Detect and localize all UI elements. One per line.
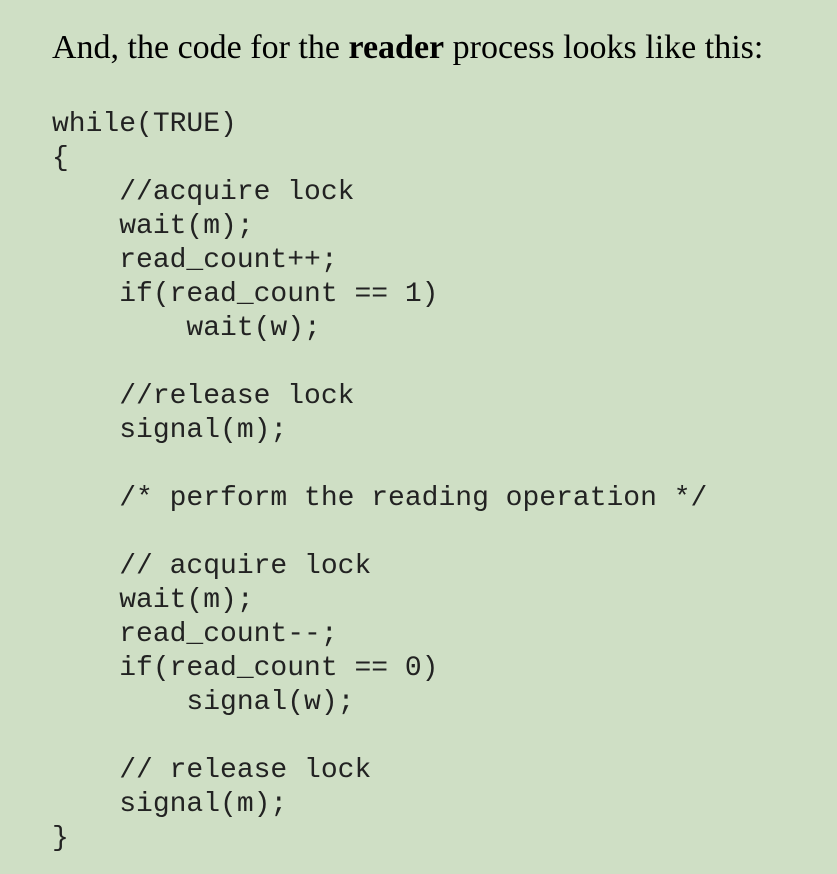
code-line: { (52, 143, 69, 174)
code-line: // acquire lock (52, 551, 372, 582)
code-line: while(TRUE) (52, 109, 237, 140)
intro-text-bold: reader (348, 29, 445, 66)
intro-text-start: And, the code for the (52, 29, 349, 66)
code-line: // release lock (52, 755, 372, 786)
code-line: //acquire lock (52, 177, 355, 208)
code-line: if(read_count == 1) (52, 279, 439, 310)
code-line: wait(w); (52, 313, 321, 344)
code-line: signal(m); (52, 415, 288, 446)
code-line: signal(w); (52, 687, 355, 718)
code-line: /* perform the reading operation */ (52, 483, 708, 514)
code-line: //release lock (52, 381, 355, 412)
code-block: while(TRUE) { //acquire lock wait(m); re… (52, 108, 707, 856)
code-line: if(read_count == 0) (52, 653, 439, 684)
code-line: wait(m); (52, 585, 254, 616)
code-line: read_count++; (52, 245, 338, 276)
code-line: read_count--; (52, 619, 338, 650)
code-line: } (52, 823, 69, 854)
code-line: wait(m); (52, 211, 254, 242)
intro-text: And, the code for the reader process loo… (52, 26, 763, 70)
code-line: signal(m); (52, 789, 288, 820)
intro-text-end: process looks like this: (444, 29, 764, 66)
